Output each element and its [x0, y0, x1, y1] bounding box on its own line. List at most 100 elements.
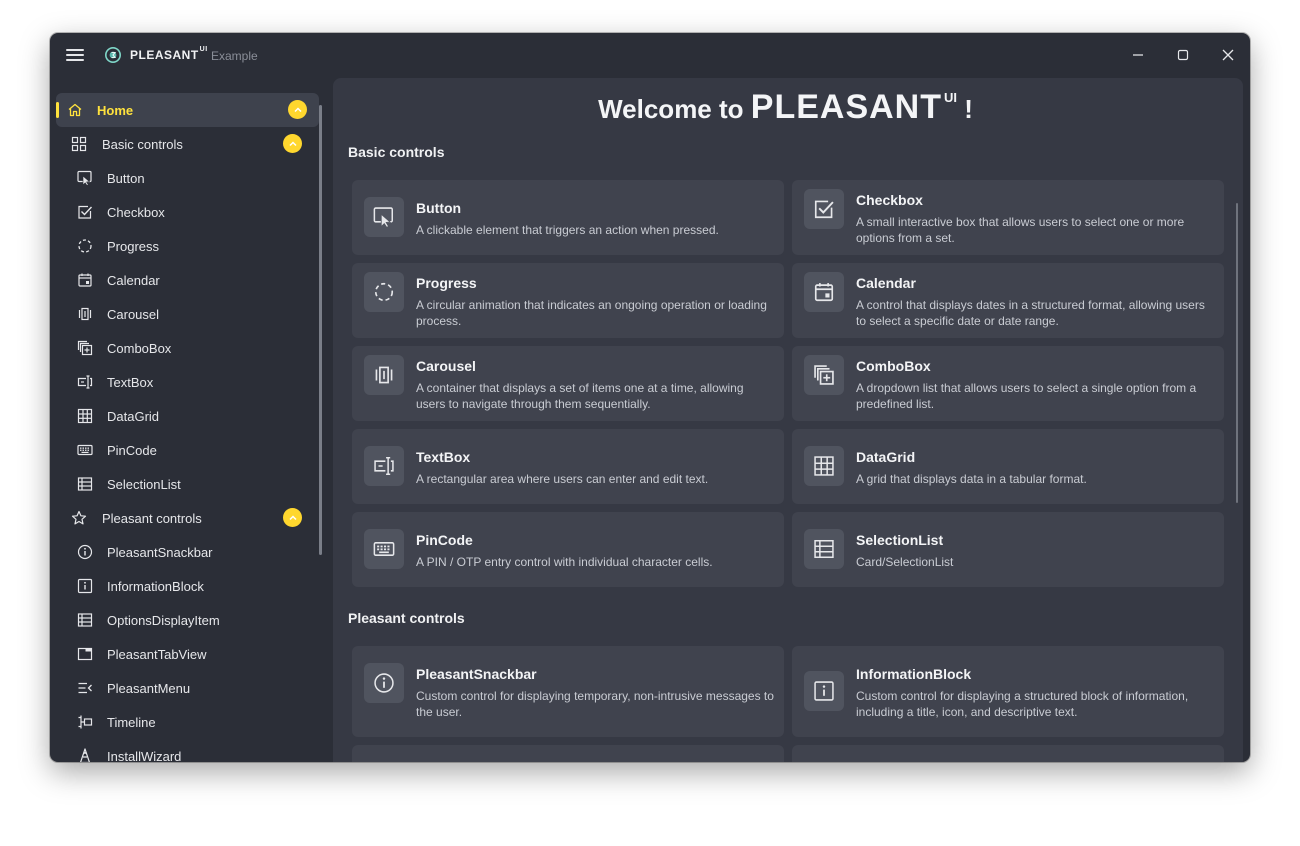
card-title: SelectionList [856, 532, 944, 548]
card-selectionlist[interactable]: SelectionList Card/SelectionList [792, 512, 1224, 587]
content-scrollbar[interactable] [1236, 203, 1238, 503]
card-description: A clickable element that triggers an act… [416, 223, 719, 237]
card-carousel[interactable]: Carousel A container that displays a set… [352, 346, 784, 421]
card-description: A PIN / OTP entry control with individua… [416, 555, 713, 569]
card-description: Card/SelectionList [856, 555, 954, 569]
card-title: Progress [416, 275, 477, 291]
keyboard-icon [76, 441, 94, 459]
card-checkbox[interactable]: Checkbox A small interactive box that al… [792, 180, 1224, 255]
timeline-icon [76, 713, 94, 731]
sidebar-item-informationblock[interactable]: InformationBlock [56, 569, 319, 603]
app-title: PLEASANTUI [130, 46, 208, 62]
card-description: A container that displays a set of items… [416, 381, 744, 411]
sidebar-item-label: OptionsDisplayItem [107, 612, 220, 628]
sidebar-item-pleasanttabview[interactable]: PleasantTabView [56, 637, 319, 671]
sidebar-item-installwizard[interactable]: InstallWizard [56, 739, 319, 762]
textbox-icon [76, 373, 94, 391]
sidebar-item-label: TextBox [107, 374, 154, 390]
tab-view-icon [76, 645, 94, 663]
card-informationblock[interactable]: InformationBlock Custom control for disp… [792, 646, 1224, 737]
table-icon [804, 446, 844, 486]
card-description: A grid that displays data in a tabular f… [856, 472, 1087, 486]
info-square-icon [76, 577, 94, 595]
checkbox-icon [804, 189, 844, 229]
minimize-button[interactable] [1123, 41, 1153, 69]
sidebar-item-label: PinCode [107, 442, 157, 458]
sidebar-item-datagrid[interactable]: DataGrid [56, 399, 319, 433]
chevron-up-icon[interactable] [288, 100, 307, 119]
sidebar-scrollbar[interactable] [319, 105, 322, 555]
card-combobox[interactable]: ComboBox A dropdown list that allows use… [792, 346, 1224, 421]
app-subtitle: Example [211, 49, 258, 63]
sidebar-item-textbox[interactable]: TextBox [56, 365, 319, 399]
sidebar-item-label: Calendar [107, 272, 160, 288]
card-title: Button [416, 200, 462, 216]
card-title: PleasantSnackbar [416, 666, 537, 682]
sidebar-item-progress[interactable]: Progress [56, 229, 319, 263]
welcome-heading: Welcome to PLEASANT UI ! [598, 88, 973, 126]
sidebar-item-basic-controls[interactable]: Basic controls [56, 127, 319, 161]
sidebar-item-selectionlist[interactable]: SelectionList [56, 467, 319, 501]
combobox-icon [804, 355, 844, 395]
card-title: TextBox [416, 449, 471, 465]
card-description: A small interactive box that allows user… [856, 215, 1185, 245]
hamburger-menu-icon[interactable] [66, 48, 84, 62]
card-progress[interactable]: Progress A circular animation that indic… [352, 263, 784, 338]
sidebar-item-carousel[interactable]: Carousel [56, 297, 319, 331]
home-icon [66, 101, 84, 119]
sidebar-item-checkbox[interactable]: Checkbox [56, 195, 319, 229]
sidebar-item-label: DataGrid [107, 408, 160, 424]
sidebar-item-label: Timeline [107, 714, 156, 730]
sidebar-item-home[interactable]: Home [56, 93, 319, 127]
combobox-icon [76, 339, 94, 357]
card-datagrid[interactable]: DataGrid A grid that displays data in a … [792, 429, 1224, 504]
chevron-up-icon[interactable] [283, 508, 302, 527]
list-icon [76, 611, 94, 629]
card-partial[interactable] [792, 745, 1224, 762]
list-icon [804, 529, 844, 569]
sidebar-item-label: SelectionList [107, 476, 181, 492]
sidebar-item-pleasantsnackbar[interactable]: PleasantSnackbar [56, 535, 319, 569]
card-title: Calendar [856, 275, 916, 291]
card-button[interactable]: Button A clickable element that triggers… [352, 180, 784, 255]
sidebar-item-pleasant-controls[interactable]: Pleasant controls [56, 501, 319, 535]
calendar-icon [804, 272, 844, 312]
menu-icon [76, 679, 94, 697]
sidebar-item-label: Basic controls [102, 136, 183, 152]
textbox-icon [364, 446, 404, 486]
main-content: Welcome to PLEASANT UI ! Basic controls B… [333, 78, 1243, 762]
sidebar-item-optionsdisplayitem[interactable]: OptionsDisplayItem [56, 603, 319, 637]
card-pleasantsnackbar[interactable]: PleasantSnackbar Custom control for disp… [352, 646, 784, 737]
card-pincode[interactable]: PinCode A PIN / OTP entry control with i… [352, 512, 784, 587]
sidebar-item-pleasantmenu[interactable]: PleasantMenu [56, 671, 319, 705]
close-button[interactable] [1213, 41, 1243, 69]
carousel-icon [76, 305, 94, 323]
selection-indicator [56, 102, 59, 118]
sidebar-item-label: InstallWizard [107, 748, 182, 763]
sidebar-item-label: InformationBlock [107, 578, 204, 594]
sidebar-item-label: PleasantMenu [107, 680, 191, 696]
sidebar-item-button[interactable]: Button [56, 161, 319, 195]
calendar-icon [76, 271, 94, 289]
card-title: ComboBox [856, 358, 931, 374]
sidebar: Home Basic controls Button Checkbox Prog… [50, 77, 333, 762]
card-calendar[interactable]: Calendar A control that displays dates i… [792, 263, 1224, 338]
sidebar-item-calendar[interactable]: Calendar [56, 263, 319, 297]
card-description: A circular animation that indicates an o… [416, 298, 767, 328]
sidebar-item-combobox[interactable]: ComboBox [56, 331, 319, 365]
card-partial[interactable] [352, 745, 784, 762]
keyboard-icon [364, 529, 404, 569]
chevron-up-icon[interactable] [283, 134, 302, 153]
maximize-button[interactable] [1168, 41, 1198, 69]
sidebar-item-timeline[interactable]: Timeline [56, 705, 319, 739]
info-circle-icon [76, 543, 94, 561]
sidebar-item-label: Checkbox [107, 204, 165, 220]
star-icon [70, 509, 88, 527]
app-logo-icon [105, 47, 121, 63]
sidebar-item-label: PleasantSnackbar [107, 544, 213, 560]
sidebar-item-pincode[interactable]: PinCode [56, 433, 319, 467]
card-textbox[interactable]: TextBox A rectangular area where users c… [352, 429, 784, 504]
cursor-click-icon [364, 197, 404, 237]
card-description: A rectangular area where users can enter… [416, 472, 709, 486]
card-title: PinCode [416, 532, 473, 548]
